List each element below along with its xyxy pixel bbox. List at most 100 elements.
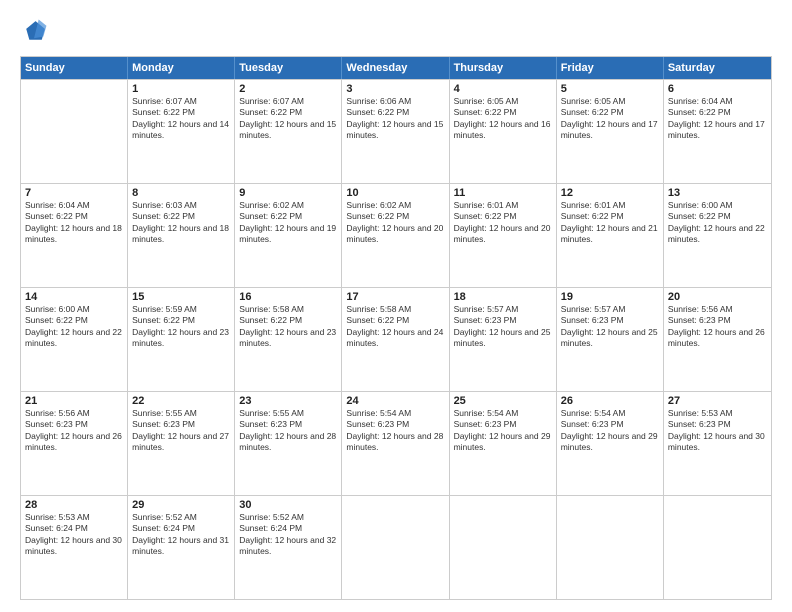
day-cell-18: 18Sunrise: 5:57 AM Sunset: 6:23 PM Dayli… — [450, 288, 557, 391]
day-cell-13: 13Sunrise: 6:00 AM Sunset: 6:22 PM Dayli… — [664, 184, 771, 287]
day-info: Sunrise: 6:05 AM Sunset: 6:22 PM Dayligh… — [454, 96, 552, 142]
day-info: Sunrise: 5:57 AM Sunset: 6:23 PM Dayligh… — [561, 304, 659, 350]
day-cell-15: 15Sunrise: 5:59 AM Sunset: 6:22 PM Dayli… — [128, 288, 235, 391]
day-cell-12: 12Sunrise: 6:01 AM Sunset: 6:22 PM Dayli… — [557, 184, 664, 287]
day-info: Sunrise: 6:05 AM Sunset: 6:22 PM Dayligh… — [561, 96, 659, 142]
day-info: Sunrise: 5:53 AM Sunset: 6:23 PM Dayligh… — [668, 408, 767, 454]
calendar-row-0: 1Sunrise: 6:07 AM Sunset: 6:22 PM Daylig… — [21, 79, 771, 183]
empty-cell — [557, 496, 664, 599]
day-info: Sunrise: 5:54 AM Sunset: 6:23 PM Dayligh… — [561, 408, 659, 454]
day-cell-22: 22Sunrise: 5:55 AM Sunset: 6:23 PM Dayli… — [128, 392, 235, 495]
day-info: Sunrise: 5:56 AM Sunset: 6:23 PM Dayligh… — [668, 304, 767, 350]
day-info: Sunrise: 5:57 AM Sunset: 6:23 PM Dayligh… — [454, 304, 552, 350]
day-number: 20 — [668, 291, 767, 303]
day-number: 29 — [132, 499, 230, 511]
day-cell-17: 17Sunrise: 5:58 AM Sunset: 6:22 PM Dayli… — [342, 288, 449, 391]
day-number: 3 — [346, 83, 444, 95]
day-info: Sunrise: 5:55 AM Sunset: 6:23 PM Dayligh… — [132, 408, 230, 454]
day-cell-11: 11Sunrise: 6:01 AM Sunset: 6:22 PM Dayli… — [450, 184, 557, 287]
calendar-row-4: 28Sunrise: 5:53 AM Sunset: 6:24 PM Dayli… — [21, 495, 771, 599]
day-cell-21: 21Sunrise: 5:56 AM Sunset: 6:23 PM Dayli… — [21, 392, 128, 495]
day-number: 25 — [454, 395, 552, 407]
day-number: 27 — [668, 395, 767, 407]
day-info: Sunrise: 6:02 AM Sunset: 6:22 PM Dayligh… — [346, 200, 444, 246]
day-number: 8 — [132, 187, 230, 199]
day-number: 10 — [346, 187, 444, 199]
empty-cell — [342, 496, 449, 599]
page: SundayMondayTuesdayWednesdayThursdayFrid… — [0, 0, 792, 612]
day-cell-16: 16Sunrise: 5:58 AM Sunset: 6:22 PM Dayli… — [235, 288, 342, 391]
day-cell-25: 25Sunrise: 5:54 AM Sunset: 6:23 PM Dayli… — [450, 392, 557, 495]
day-number: 9 — [239, 187, 337, 199]
day-cell-24: 24Sunrise: 5:54 AM Sunset: 6:23 PM Dayli… — [342, 392, 449, 495]
day-cell-28: 28Sunrise: 5:53 AM Sunset: 6:24 PM Dayli… — [21, 496, 128, 599]
day-number: 23 — [239, 395, 337, 407]
day-info: Sunrise: 6:04 AM Sunset: 6:22 PM Dayligh… — [25, 200, 123, 246]
day-info: Sunrise: 5:56 AM Sunset: 6:23 PM Dayligh… — [25, 408, 123, 454]
day-info: Sunrise: 5:55 AM Sunset: 6:23 PM Dayligh… — [239, 408, 337, 454]
calendar-header: SundayMondayTuesdayWednesdayThursdayFrid… — [21, 57, 771, 79]
day-cell-9: 9Sunrise: 6:02 AM Sunset: 6:22 PM Daylig… — [235, 184, 342, 287]
day-cell-10: 10Sunrise: 6:02 AM Sunset: 6:22 PM Dayli… — [342, 184, 449, 287]
day-cell-5: 5Sunrise: 6:05 AM Sunset: 6:22 PM Daylig… — [557, 80, 664, 183]
calendar-body: 1Sunrise: 6:07 AM Sunset: 6:22 PM Daylig… — [21, 79, 771, 599]
day-cell-1: 1Sunrise: 6:07 AM Sunset: 6:22 PM Daylig… — [128, 80, 235, 183]
day-info: Sunrise: 5:53 AM Sunset: 6:24 PM Dayligh… — [25, 512, 123, 558]
day-cell-27: 27Sunrise: 5:53 AM Sunset: 6:23 PM Dayli… — [664, 392, 771, 495]
day-cell-30: 30Sunrise: 5:52 AM Sunset: 6:24 PM Dayli… — [235, 496, 342, 599]
empty-cell — [664, 496, 771, 599]
header — [20, 18, 772, 46]
day-info: Sunrise: 6:01 AM Sunset: 6:22 PM Dayligh… — [454, 200, 552, 246]
day-number: 13 — [668, 187, 767, 199]
day-number: 17 — [346, 291, 444, 303]
day-number: 24 — [346, 395, 444, 407]
weekday-header-sunday: Sunday — [21, 57, 128, 79]
day-number: 11 — [454, 187, 552, 199]
day-cell-29: 29Sunrise: 5:52 AM Sunset: 6:24 PM Dayli… — [128, 496, 235, 599]
day-info: Sunrise: 6:02 AM Sunset: 6:22 PM Dayligh… — [239, 200, 337, 246]
day-info: Sunrise: 5:54 AM Sunset: 6:23 PM Dayligh… — [346, 408, 444, 454]
day-number: 19 — [561, 291, 659, 303]
day-cell-26: 26Sunrise: 5:54 AM Sunset: 6:23 PM Dayli… — [557, 392, 664, 495]
day-number: 12 — [561, 187, 659, 199]
calendar-row-3: 21Sunrise: 5:56 AM Sunset: 6:23 PM Dayli… — [21, 391, 771, 495]
day-number: 7 — [25, 187, 123, 199]
weekday-header-thursday: Thursday — [450, 57, 557, 79]
day-info: Sunrise: 6:07 AM Sunset: 6:22 PM Dayligh… — [132, 96, 230, 142]
day-info: Sunrise: 6:01 AM Sunset: 6:22 PM Dayligh… — [561, 200, 659, 246]
day-cell-14: 14Sunrise: 6:00 AM Sunset: 6:22 PM Dayli… — [21, 288, 128, 391]
day-info: Sunrise: 5:52 AM Sunset: 6:24 PM Dayligh… — [132, 512, 230, 558]
day-cell-3: 3Sunrise: 6:06 AM Sunset: 6:22 PM Daylig… — [342, 80, 449, 183]
day-info: Sunrise: 6:00 AM Sunset: 6:22 PM Dayligh… — [25, 304, 123, 350]
day-info: Sunrise: 5:58 AM Sunset: 6:22 PM Dayligh… — [239, 304, 337, 350]
day-cell-4: 4Sunrise: 6:05 AM Sunset: 6:22 PM Daylig… — [450, 80, 557, 183]
day-number: 2 — [239, 83, 337, 95]
day-number: 18 — [454, 291, 552, 303]
calendar-row-1: 7Sunrise: 6:04 AM Sunset: 6:22 PM Daylig… — [21, 183, 771, 287]
day-info: Sunrise: 6:04 AM Sunset: 6:22 PM Dayligh… — [668, 96, 767, 142]
day-cell-8: 8Sunrise: 6:03 AM Sunset: 6:22 PM Daylig… — [128, 184, 235, 287]
day-number: 16 — [239, 291, 337, 303]
day-cell-19: 19Sunrise: 5:57 AM Sunset: 6:23 PM Dayli… — [557, 288, 664, 391]
day-number: 1 — [132, 83, 230, 95]
day-number: 5 — [561, 83, 659, 95]
calendar: SundayMondayTuesdayWednesdayThursdayFrid… — [20, 56, 772, 600]
day-cell-2: 2Sunrise: 6:07 AM Sunset: 6:22 PM Daylig… — [235, 80, 342, 183]
weekday-header-tuesday: Tuesday — [235, 57, 342, 79]
day-cell-6: 6Sunrise: 6:04 AM Sunset: 6:22 PM Daylig… — [664, 80, 771, 183]
day-info: Sunrise: 5:52 AM Sunset: 6:24 PM Dayligh… — [239, 512, 337, 558]
day-info: Sunrise: 6:06 AM Sunset: 6:22 PM Dayligh… — [346, 96, 444, 142]
weekday-header-friday: Friday — [557, 57, 664, 79]
day-number: 30 — [239, 499, 337, 511]
logo — [20, 18, 52, 46]
day-info: Sunrise: 5:54 AM Sunset: 6:23 PM Dayligh… — [454, 408, 552, 454]
day-number: 22 — [132, 395, 230, 407]
day-info: Sunrise: 5:59 AM Sunset: 6:22 PM Dayligh… — [132, 304, 230, 350]
day-info: Sunrise: 6:03 AM Sunset: 6:22 PM Dayligh… — [132, 200, 230, 246]
logo-icon — [20, 18, 48, 46]
day-number: 14 — [25, 291, 123, 303]
weekday-header-saturday: Saturday — [664, 57, 771, 79]
day-number: 21 — [25, 395, 123, 407]
day-info: Sunrise: 6:00 AM Sunset: 6:22 PM Dayligh… — [668, 200, 767, 246]
day-info: Sunrise: 6:07 AM Sunset: 6:22 PM Dayligh… — [239, 96, 337, 142]
